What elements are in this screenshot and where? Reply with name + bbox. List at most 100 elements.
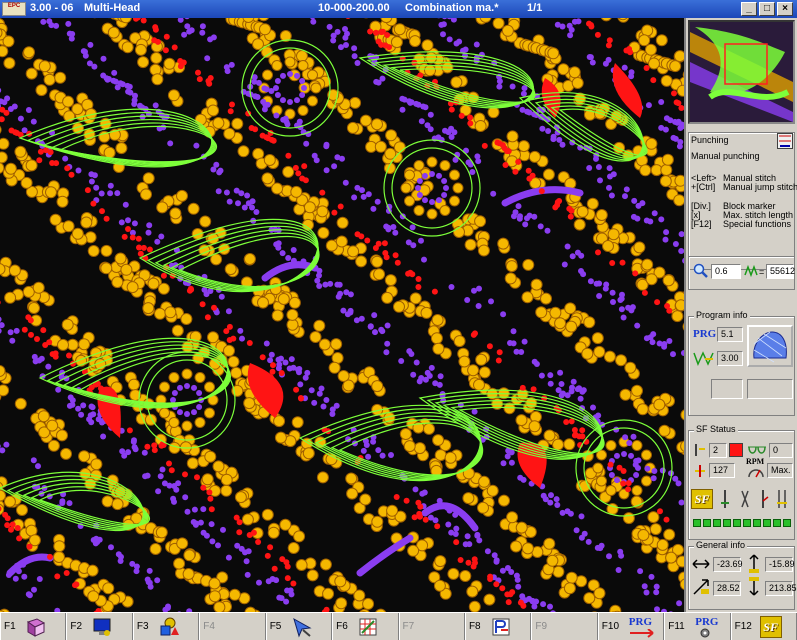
stitch-dot <box>310 18 317 25</box>
fkey-f8[interactable]: F8 <box>464 613 532 640</box>
punching-mode: Manual punching <box>691 151 760 161</box>
zoom-field[interactable]: 0.6 <box>711 264 741 279</box>
stitch-dot <box>176 189 188 202</box>
stitch-dot <box>367 323 374 330</box>
stitch-dot <box>577 395 584 402</box>
stitch-dot <box>478 475 491 488</box>
magnifier-icon[interactable] <box>693 263 709 279</box>
stitch-dot <box>337 203 344 210</box>
stitch-dot <box>159 466 166 473</box>
fkey-f6[interactable]: F6 <box>332 613 399 640</box>
stitch-dot <box>236 529 243 536</box>
stitch-dot <box>675 100 682 107</box>
stitch-dot <box>590 404 596 411</box>
stitch-dot <box>20 176 33 189</box>
hoop-preview-button[interactable] <box>747 325 793 367</box>
stitch-dot <box>363 442 370 448</box>
stitch-dot <box>322 587 335 600</box>
stitch-dot <box>477 501 489 514</box>
color-field[interactable]: 2 <box>709 443 727 458</box>
close-button[interactable]: × <box>777 2 793 16</box>
fkey-f2[interactable]: F2 <box>66 613 133 640</box>
stitch-dot <box>351 45 358 52</box>
stitch-dot <box>515 203 522 210</box>
needle-icon <box>693 463 707 479</box>
stitch-dot <box>628 307 635 314</box>
stitch-dot <box>351 194 358 201</box>
stitch-dot <box>243 558 250 565</box>
app-logo: EPC <box>2 2 26 16</box>
fkey-f5[interactable]: F5 <box>265 613 333 640</box>
stitch-dot <box>630 433 637 440</box>
punching-mode-icon[interactable] <box>777 133 793 149</box>
stitch-length-field[interactable]: 3.00 <box>717 351 743 366</box>
stitch-dot <box>407 99 414 106</box>
stitch-dot <box>649 339 656 346</box>
needle-field[interactable]: 127 <box>709 463 735 478</box>
stitch-dot <box>564 243 571 250</box>
stitch-dot <box>662 274 675 287</box>
stitch-dot <box>125 217 131 224</box>
stitch-dot <box>486 484 499 497</box>
stitch-dot <box>131 101 138 107</box>
stitch-dot <box>46 419 59 432</box>
stitch-dot <box>84 187 91 194</box>
stitch-dot <box>246 340 253 346</box>
fkey-f3[interactable]: F3 <box>132 613 200 640</box>
stitch-dot <box>309 331 322 343</box>
stitch-dot <box>606 553 612 560</box>
stitch-dot <box>431 288 438 295</box>
stitch-dot <box>543 537 556 550</box>
stitch-dot <box>641 289 648 296</box>
stitch-dot <box>496 83 503 90</box>
fkey-f11[interactable]: F11 PRG <box>664 613 731 640</box>
stitch-dot <box>643 217 650 224</box>
stitch-dot <box>379 328 386 335</box>
fkey-f1[interactable]: F1 <box>0 613 67 640</box>
maximize-button[interactable]: □ <box>759 2 775 16</box>
stitch-dot <box>59 498 66 505</box>
design-preview[interactable] <box>688 20 795 124</box>
y-bottom-field: 213.85 <box>765 581 797 596</box>
stitch-dot <box>200 484 207 491</box>
stitch-dot <box>157 473 164 480</box>
fkey-f12[interactable]: F12 SF <box>730 613 797 640</box>
contour-line <box>42 118 215 165</box>
stitch-dot <box>637 529 650 541</box>
stitch-dot <box>409 224 416 231</box>
stitch-dot <box>57 338 69 351</box>
design-canvas[interactable] <box>0 18 684 612</box>
prg-field[interactable]: 5.1 <box>717 327 743 342</box>
fkey-f10[interactable]: F10 PRG <box>597 613 665 640</box>
stitch-dot <box>486 343 493 350</box>
stitch-dot <box>204 314 211 321</box>
stitch-dot <box>135 235 142 242</box>
stitch-dot <box>650 77 657 84</box>
stitch-dot <box>606 37 613 44</box>
stitch-dot <box>346 487 359 500</box>
y-down-arrow-icon <box>747 575 761 597</box>
loop-field[interactable]: 0 <box>769 443 793 458</box>
stitch-dot <box>659 175 672 188</box>
stitch-dot <box>223 344 235 357</box>
stitch-dot <box>90 200 97 207</box>
color-needle-icon <box>693 443 707 457</box>
rpm-field[interactable]: Max. <box>767 463 793 478</box>
stitch-dot <box>600 18 612 22</box>
color-swatch[interactable] <box>729 443 743 457</box>
stitch-dot <box>279 518 292 531</box>
stitch-dot <box>137 56 150 69</box>
stitch-dot <box>4 515 11 522</box>
stitch-dot <box>656 538 669 551</box>
stitch-dot <box>595 164 602 170</box>
stitch-dot <box>93 184 100 191</box>
minimize-button[interactable]: _ <box>741 2 757 16</box>
stitch-dot <box>470 563 477 570</box>
stitch-dot <box>371 515 384 528</box>
stitch-dot <box>466 541 473 548</box>
sf-icon[interactable]: SF <box>691 489 713 509</box>
stitch-dot <box>643 589 650 596</box>
stitch-dot <box>208 577 221 590</box>
stitch-dot <box>488 298 494 305</box>
stitch-dot <box>442 18 447 20</box>
